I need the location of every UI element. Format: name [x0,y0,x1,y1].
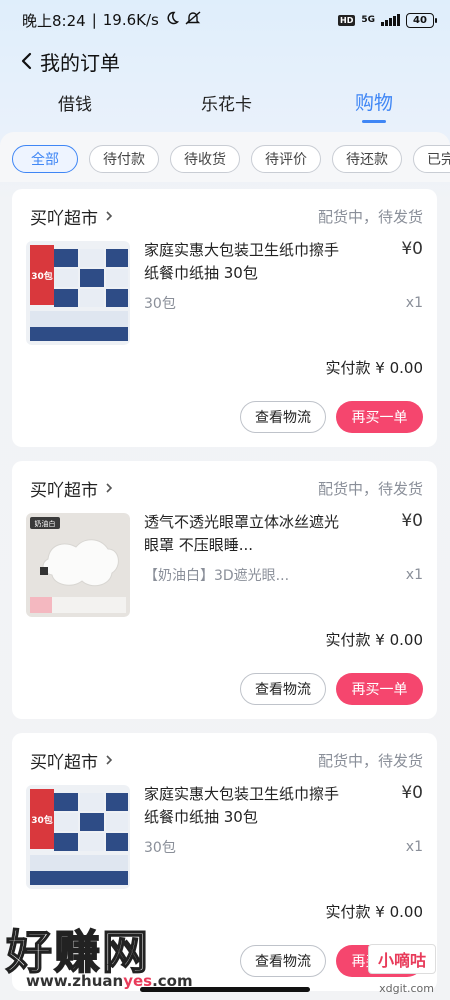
network-type: 5G [361,14,375,25]
product-quantity: x1 [405,567,423,583]
network-speed: 19.6K/s [102,11,159,29]
order-card[interactable]: 买吖超市 配货中，待发货 奶油白 透气不透光眼罩立体冰丝遮光眼罩 不压眼睡...… [12,461,437,719]
chevron-right-icon [106,211,113,221]
status-divider: | [91,11,97,29]
chevron-right-icon [106,483,113,493]
product-thumbnail[interactable]: 30包 [26,785,130,889]
store-name[interactable]: 买吖超市 [30,204,98,229]
product-title[interactable]: 家庭实惠大包装卫生纸巾擦手纸餐巾纸抽 30包 [144,239,344,285]
order-status: 配货中，待发货 [317,751,423,770]
product-title[interactable]: 家庭实惠大包装卫生纸巾擦手纸餐巾纸抽 30包 [144,783,344,829]
paid-amount: 实付款 ¥ 0.00 [325,631,423,649]
filter-pending-payment[interactable]: 待付款 [89,145,159,173]
signal-icon [381,14,400,26]
filter-all[interactable]: 全部 [12,145,78,173]
buy-again-button[interactable]: 再买一单 [336,945,423,977]
product-price: ¥0 [401,511,423,531]
product-quantity: x1 [405,295,423,311]
order-status: 配货中，待发货 [317,479,423,498]
svg-text:30包: 30包 [31,814,53,826]
product-price: ¥0 [401,239,423,259]
order-status: 配货中，待发货 [317,207,423,226]
view-logistics-button[interactable]: 查看物流 [240,673,326,705]
filter-bar: 全部 待付款 待收货 待评价 待还款 已完成 [0,132,450,182]
page-header: 我的订单 [0,40,450,82]
product-quantity: x1 [405,839,423,855]
product-price: ¥0 [401,783,423,803]
product-title[interactable]: 透气不透光眼罩立体冰丝遮光眼罩 不压眼睡... [144,511,344,557]
svg-text:奶油白: 奶油白 [35,519,56,528]
order-card[interactable]: 买吖超市 配货中，待发货 30包 家庭实惠大包装卫生纸巾擦手纸餐巾纸抽 30包 … [12,189,437,447]
moon-icon [165,11,179,29]
product-thumbnail[interactable]: 奶油白 [26,513,130,617]
top-tabs: 借钱 乐花卡 购物 [0,90,450,126]
chevron-right-icon [106,755,113,765]
buy-again-button[interactable]: 再买一单 [336,673,423,705]
order-card[interactable]: 买吖超市 配货中，待发货 30包 家庭实惠大包装卫生纸巾擦手纸餐巾纸抽 30包 … [12,733,437,991]
view-logistics-button[interactable]: 查看物流 [240,401,326,433]
filter-pending-receipt[interactable]: 待收货 [170,145,240,173]
tab-shopping[interactable]: 购物 [355,88,393,115]
mute-icon [185,11,201,29]
home-indicator[interactable] [140,987,310,992]
product-spec: 【奶油白】3D遮光眼... [144,568,290,584]
store-name[interactable]: 买吖超市 [30,476,98,501]
status-bar: 晚上8:24 | 19.6K/s HD 5G 40 [0,0,450,40]
store-name[interactable]: 买吖超市 [30,748,98,773]
page-title: 我的订单 [40,50,120,75]
paid-amount: 实付款 ¥ 0.00 [325,359,423,377]
hd-badge: HD [338,14,356,26]
paid-amount: 实付款 ¥ 0.00 [325,903,423,921]
battery-icon: 40 [406,12,437,28]
tab-borrow[interactable]: 借钱 [58,90,92,115]
tab-lehua-card[interactable]: 乐花卡 [201,90,252,115]
filter-pending-repayment[interactable]: 待还款 [332,145,402,173]
status-time: 晚上8:24 [22,11,86,30]
product-spec: 30包 [144,840,176,856]
svg-text:30包: 30包 [31,270,53,282]
product-spec: 30包 [144,296,176,312]
active-tab-indicator [362,120,386,123]
view-logistics-button[interactable]: 查看物流 [240,945,326,977]
back-arrow-icon[interactable] [16,51,36,71]
product-thumbnail[interactable]: 30包 [26,241,130,345]
filter-pending-review[interactable]: 待评价 [251,145,321,173]
buy-again-button[interactable]: 再买一单 [336,401,423,433]
filter-completed[interactable]: 已完成 [413,145,450,173]
